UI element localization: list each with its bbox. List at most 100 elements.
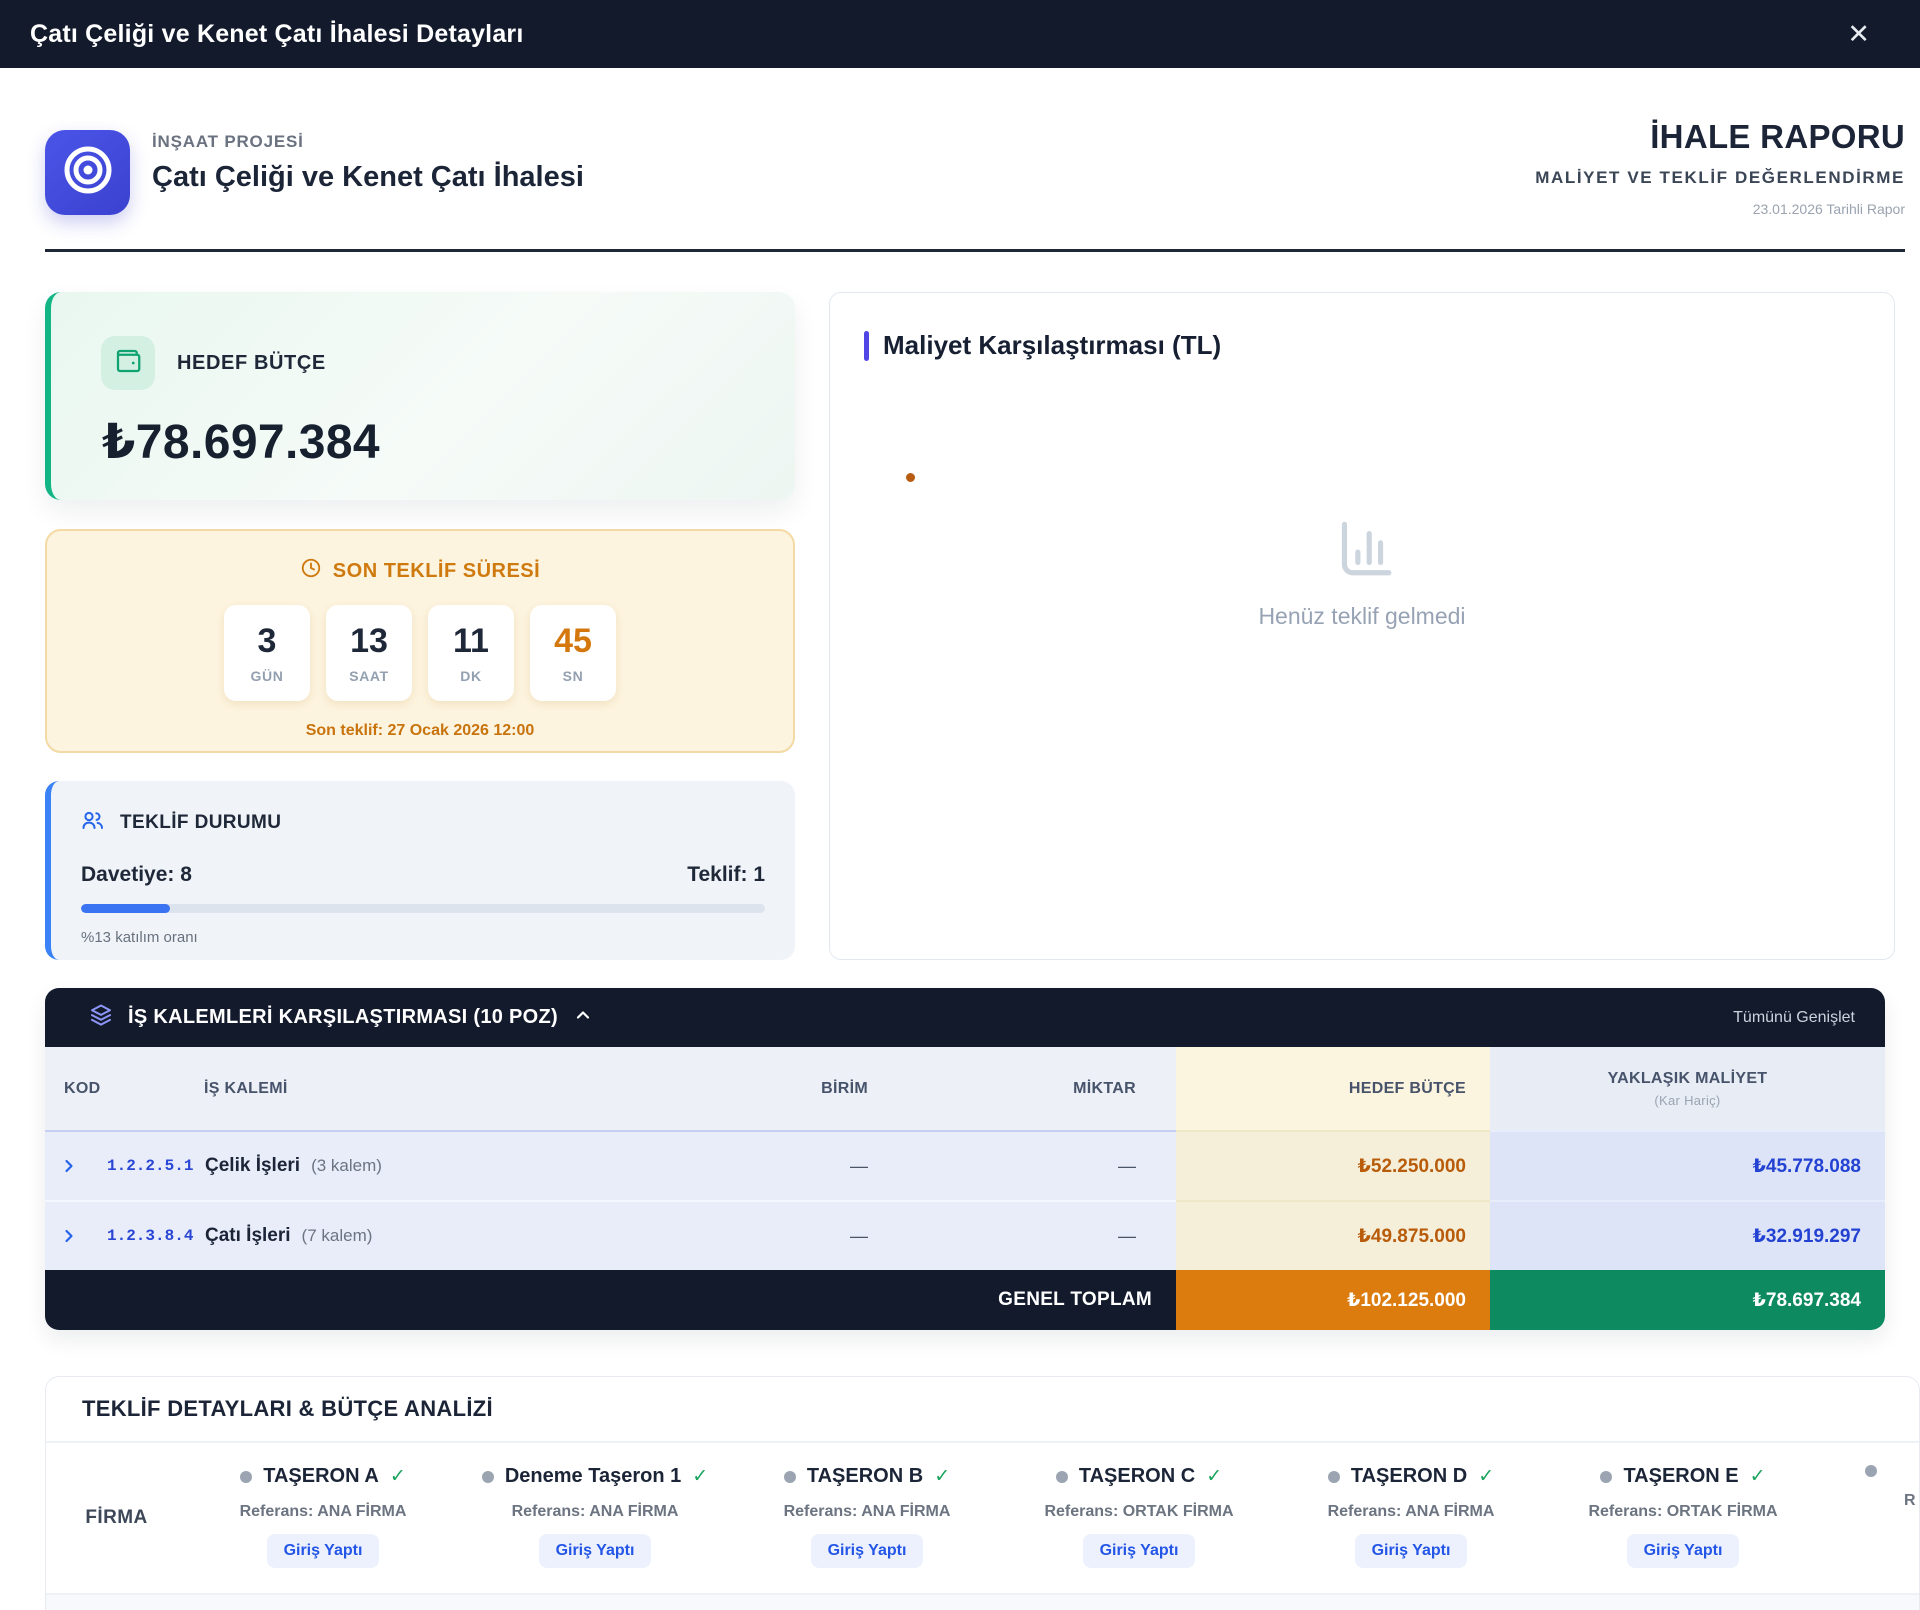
row-code: 1.2.3.8.4 [107, 1227, 205, 1245]
title-accent-bar [864, 331, 869, 361]
days-value: 3 [258, 622, 277, 661]
table-row[interactable]: 1.2.2.5.1 Çelik İşleri(3 kalem) — — ₺52.… [45, 1130, 1885, 1200]
work-items-header-bar: İŞ KALEMLERİ KARŞILAŞTIRMASI (10 POZ) Tü… [45, 988, 1885, 1047]
col-qty: MİKTAR [886, 1080, 1176, 1098]
firm-reference: Referans: ORTAK FİRMA [1588, 1503, 1777, 1521]
check-icon: ✓ [390, 1465, 406, 1488]
target-budget-card: HEDEF BÜTÇE ₺78.697.384 [45, 292, 795, 500]
firm-name: TAŞERON D [1351, 1465, 1467, 1488]
countdown-hours: 13 SAAT [326, 605, 412, 701]
offer-count: Teklif: 1 [687, 863, 765, 887]
firm-cell: TAŞERON C✓ Referans: ORTAK FİRMA Giriş Y… [1003, 1443, 1275, 1593]
layers-icon [89, 1003, 113, 1033]
minutes-unit: DK [460, 668, 481, 684]
users-icon [81, 808, 105, 838]
firm-reference: Referans: ANA FİRMA [784, 1503, 951, 1521]
project-heading: İNŞAAT PROJESİ Çatı Çeliği ve Kenet Çatı… [152, 132, 584, 194]
project-title: Çatı Çeliği ve Kenet Çatı İhalesi [152, 161, 584, 194]
col-cost-note: (Kar Hariç) [1654, 1093, 1720, 1108]
bar-chart-icon [1329, 515, 1395, 586]
chevron-right-icon[interactable] [59, 1156, 107, 1176]
row-cost: ₺45.778.088 [1490, 1130, 1885, 1200]
row-cost: ₺32.919.297 [1490, 1200, 1885, 1270]
firm-dot-icon [1056, 1471, 1068, 1483]
firm-name: TAŞERON E [1623, 1465, 1738, 1488]
firm-reference: Referans: ORTAK FİRMA [1044, 1503, 1233, 1521]
countdown-boxes: 3 GÜN 13 SAAT 11 DK 45 SN [47, 605, 793, 701]
firm-dot-icon [784, 1471, 796, 1483]
report-subtitle: MALİYET VE TEKLİF DEĞERLENDİRME [1535, 168, 1905, 188]
modal-header: Çatı Çeliği ve Kenet Çatı İhalesi Detayl… [0, 0, 1920, 68]
row-qty: — [886, 1226, 1176, 1247]
chart-empty-text: Henüz teklif gelmedi [1258, 603, 1465, 630]
minutes-value: 11 [453, 622, 489, 661]
offer-details-card: TEKLİF DETAYLARI & BÜTÇE ANALİZİ FİRMA T… [45, 1376, 1920, 1610]
col-budget: HEDEF BÜTÇE [1176, 1047, 1490, 1130]
firm-cell: TAŞERON B ✓ Referans: ANA FİRMA Giriş Yap… [731, 1443, 1003, 1593]
report-meta: İHALE RAPORU MALİYET VE TEKLİF DEĞERLEND… [1535, 118, 1905, 217]
expand-all-button[interactable]: Tümünü Genişlet [1733, 1009, 1855, 1027]
work-items-table: İŞ KALEMLERİ KARŞILAŞTIRMASI (10 POZ) Tü… [45, 988, 1885, 1330]
firm-dot-icon [240, 1471, 252, 1483]
participation-progress-fill [81, 904, 170, 913]
firm-status-badge: Giriş Yaptı [811, 1534, 924, 1568]
clock-icon [300, 557, 322, 585]
check-icon: ✓ [1750, 1465, 1766, 1488]
target-budget-amount: ₺78.697.384 [102, 414, 795, 470]
firm-status-badge: Giriş Yaptı [267, 1534, 380, 1568]
firm-reference: Referans: ANA FİRMA [512, 1503, 679, 1521]
target-icon [62, 144, 114, 201]
table-row[interactable]: 1.2.3.8.4 Çatı İşleri(7 kalem) — — ₺49.8… [45, 1200, 1885, 1270]
close-icon[interactable]: ✕ [1847, 21, 1870, 48]
firm-status-badge: Giriş Yaptı [539, 1534, 652, 1568]
next-row-strip [46, 1593, 1919, 1610]
chart-empty-state: Henüz teklif gelmedi [830, 515, 1894, 630]
firm-name: TAŞERON A [263, 1465, 379, 1488]
row-item-count: (3 kalem) [311, 1156, 382, 1175]
project-label: İNŞAAT PROJESİ [152, 132, 584, 152]
firm-row-label: FİRMA [46, 1443, 187, 1593]
row-name: Çatı İşleri(7 kalem) [205, 1225, 736, 1247]
hours-value: 13 [350, 622, 388, 661]
chevron-up-icon[interactable] [573, 1005, 593, 1031]
modal-title: Çatı Çeliği ve Kenet Çatı İhalesi Detayl… [30, 20, 524, 49]
col-item: İŞ KALEMİ [204, 1080, 736, 1098]
deadline-countdown-card: SON TEKLİF SÜRESİ 3 GÜN 13 SAAT 11 DK 45… [45, 529, 795, 753]
firm-name: TAŞERON B [807, 1465, 923, 1488]
report-title: İHALE RAPORU [1535, 118, 1905, 156]
row-qty: — [886, 1156, 1176, 1177]
firm-reference: Referans: ANA FİRMA [1328, 1503, 1495, 1521]
check-icon: ✓ [692, 1465, 708, 1488]
firm-dot-icon [1328, 1471, 1340, 1483]
firm-dot-icon [1600, 1471, 1612, 1483]
check-icon: ✓ [1478, 1465, 1494, 1488]
countdown-seconds: 45 SN [530, 605, 616, 701]
firm-status-badge: Giriş Yaptı [1627, 1534, 1740, 1568]
wallet-icon [113, 346, 143, 381]
work-items-title-group[interactable]: İŞ KALEMLERİ KARŞILAŞTIRMASI (10 POZ) [89, 1003, 593, 1033]
firm-cell-partial: R [1819, 1443, 1920, 1593]
target-budget-label: HEDEF BÜTÇE [177, 352, 326, 375]
firm-name: TAŞERON C [1079, 1465, 1195, 1488]
firm-reference: R [1904, 1492, 1916, 1510]
grand-total-cost: ₺78.697.384 [1490, 1270, 1885, 1330]
row-code: 1.2.2.5.1 [107, 1157, 205, 1175]
offer-status-card: TEKLİF DURUMU Davetiye: 8 Teklif: 1 %13 … [45, 781, 795, 960]
chevron-right-icon[interactable] [59, 1226, 107, 1246]
firm-cell: TAŞERON D✓ Referans: ANA FİRMA Giriş Yap… [1275, 1443, 1547, 1593]
wallet-icon-chip [101, 336, 155, 390]
row-unit: — [736, 1226, 886, 1247]
col-cost: YAKLAŞIK MALİYET (Kar Hariç) [1490, 1047, 1885, 1130]
status-label: TEKLİF DURUMU [120, 812, 281, 834]
col-code: KOD [64, 1080, 204, 1098]
firm-cell: TAŞERON E ✓ Referans: ORTAK FİRMA Giriş Y… [1547, 1443, 1819, 1593]
row-budget: ₺52.250.000 [1176, 1130, 1490, 1200]
chart-title: Maliyet Karşılaştırması (TL) [883, 330, 1221, 361]
firm-name: Deneme Taşeron 1 [505, 1465, 681, 1488]
check-icon: ✓ [934, 1465, 950, 1488]
firm-dot-icon [1865, 1465, 1877, 1477]
firm-reference: Referans: ANA FİRMA [240, 1503, 407, 1521]
firm-cell: Deneme Taşeron 1 ✓ Referans: ANA FİRMA Gi… [459, 1443, 731, 1593]
days-unit: GÜN [251, 668, 284, 684]
firm-status-badge: Giriş Yaptı [1083, 1534, 1196, 1568]
